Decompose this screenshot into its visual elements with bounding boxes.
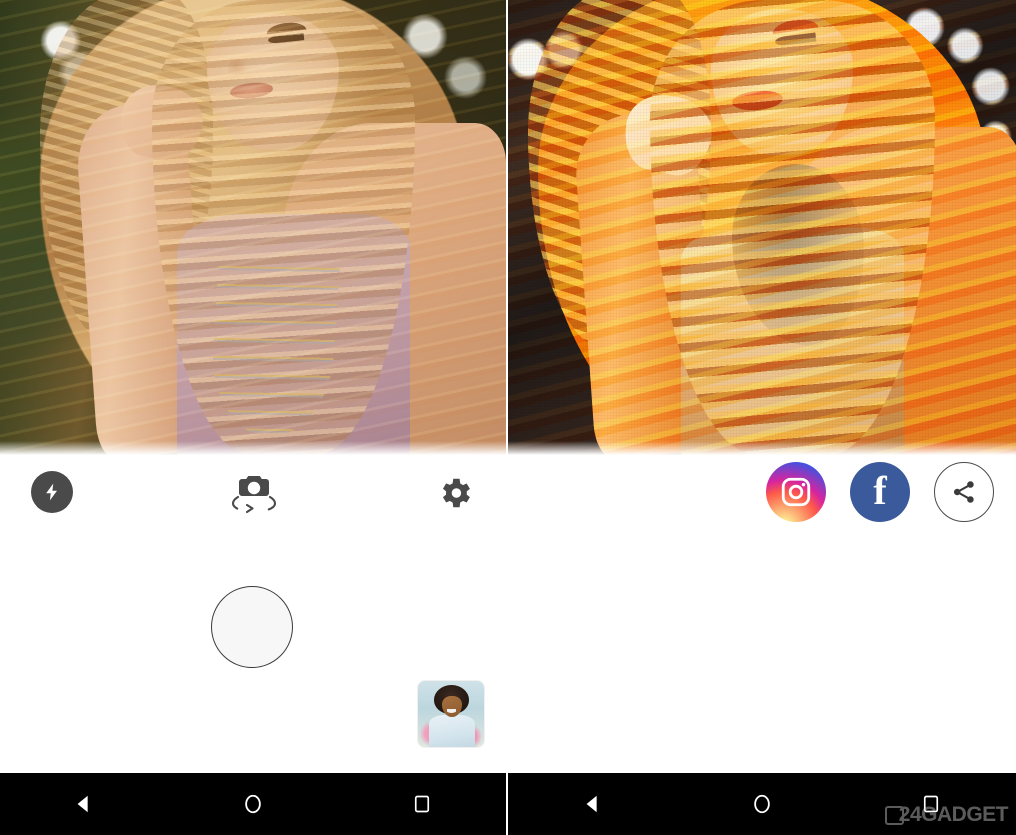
- nav-recents-square-icon: [924, 795, 939, 813]
- nav-home-button[interactable]: [223, 782, 283, 826]
- android-navbar-left: [0, 773, 506, 835]
- share-row: f: [766, 462, 994, 522]
- styled-preview[interactable]: [508, 0, 1016, 455]
- dual-screenshot: f Gothic: [0, 0, 1016, 835]
- instagram-icon: [781, 477, 811, 507]
- settings-button[interactable]: [434, 472, 476, 514]
- flash-button[interactable]: [30, 470, 74, 514]
- facebook-button[interactable]: f: [850, 462, 910, 522]
- share-button[interactable]: [934, 462, 994, 522]
- camera-flip-icon: [231, 476, 277, 514]
- result-screen: f Gothic: [508, 0, 1016, 835]
- styled-photo: [508, 0, 1016, 455]
- nav-recents-button[interactable]: [392, 782, 452, 826]
- switch-camera-button[interactable]: [226, 468, 282, 516]
- instagram-button[interactable]: [766, 462, 826, 522]
- nav-home-button[interactable]: [732, 782, 792, 826]
- nav-recents-button[interactable]: [901, 782, 961, 826]
- camera-preview[interactable]: [0, 0, 506, 455]
- nav-back-button[interactable]: [563, 782, 623, 826]
- nav-back-triangle-icon: [77, 795, 88, 813]
- gallery-thumbnail[interactable]: [418, 681, 484, 747]
- nav-back-triangle-icon: [586, 795, 597, 813]
- shutter-button[interactable]: [211, 586, 293, 668]
- flash-icon: [31, 471, 73, 513]
- nav-back-button[interactable]: [54, 782, 114, 826]
- android-navbar-right: 24GADGET: [508, 773, 1016, 835]
- original-photo: [0, 0, 506, 455]
- facebook-icon: f: [873, 467, 887, 513]
- capture-screen: [0, 0, 508, 835]
- nav-home-circle-icon: [245, 794, 261, 814]
- nav-recents-square-icon: [414, 795, 429, 813]
- nav-home-circle-icon: [754, 794, 770, 814]
- gear-icon: [442, 478, 470, 508]
- share-icon: [953, 481, 974, 503]
